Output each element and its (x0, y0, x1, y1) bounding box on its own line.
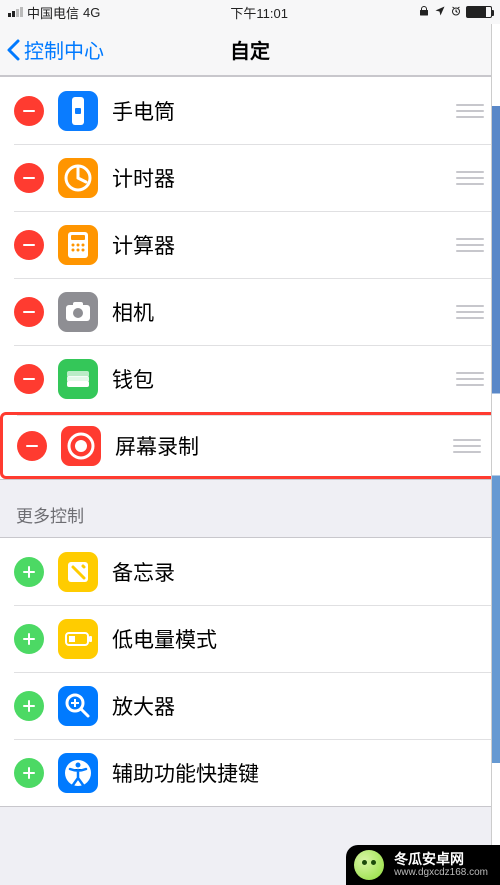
reorder-handle[interactable] (456, 238, 484, 252)
flashlight-icon (58, 91, 98, 131)
status-bar: 中国电信 4G 下午11:01 (0, 0, 500, 24)
reorder-handle[interactable] (456, 305, 484, 319)
calculator-icon (58, 225, 98, 265)
watermark-name: 冬瓜安卓网 (394, 852, 488, 867)
row-label: 相机 (112, 297, 456, 327)
chevron-left-icon (6, 38, 22, 62)
scroll-indicator-edge (491, 24, 500, 845)
magnifier-icon (58, 686, 98, 726)
location-icon (434, 5, 446, 20)
row-label: 放大器 (112, 691, 484, 721)
row-label: 屏幕录制 (115, 431, 453, 461)
included-controls-list: 手电筒 计时器 计算器 相机 (0, 76, 500, 480)
reorder-handle[interactable] (456, 372, 484, 386)
add-button[interactable] (14, 691, 44, 721)
screen-recording-icon (61, 426, 101, 466)
watermark-url: www.dgxcdz168.com (394, 867, 488, 878)
carrier-label: 中国电信 (27, 3, 79, 22)
accessibility-icon (58, 753, 98, 793)
notes-icon (58, 552, 98, 592)
back-button[interactable]: 控制中心 (0, 35, 104, 64)
row-timer[interactable]: 计时器 (0, 144, 500, 211)
row-label: 钱包 (112, 364, 456, 394)
timer-icon (58, 158, 98, 198)
row-label: 计时器 (112, 163, 456, 193)
row-label: 辅助功能快捷键 (112, 758, 484, 788)
reorder-handle[interactable] (456, 104, 484, 118)
row-accessibility-shortcut[interactable]: 辅助功能快捷键 (0, 739, 500, 806)
mascot-icon (354, 850, 384, 880)
row-screen-recording[interactable]: 屏幕录制 (0, 412, 500, 479)
lock-icon (418, 5, 430, 20)
alarm-icon (450, 5, 462, 20)
watermark: 冬瓜安卓网 www.dgxcdz168.com (346, 845, 500, 885)
nav-bar: 控制中心 自定 (0, 24, 500, 76)
network-label: 4G (83, 5, 100, 20)
row-label: 计算器 (112, 230, 456, 260)
battery-icon (466, 6, 492, 18)
status-time: 下午11:01 (230, 3, 288, 22)
back-label: 控制中心 (24, 35, 104, 64)
row-label: 手电筒 (112, 96, 456, 126)
status-left: 中国电信 4G (8, 3, 100, 22)
page-title: 自定 (230, 35, 270, 64)
remove-button[interactable] (14, 163, 44, 193)
section-header-more: 更多控制 (0, 480, 500, 537)
row-label: 低电量模式 (112, 624, 484, 654)
more-controls-list: 备忘录 低电量模式 放大器 辅助功能快捷键 (0, 537, 500, 807)
row-notes[interactable]: 备忘录 (0, 538, 500, 605)
add-button[interactable] (14, 624, 44, 654)
row-calculator[interactable]: 计算器 (0, 211, 500, 278)
add-button[interactable] (14, 758, 44, 788)
signal-icon (8, 7, 23, 17)
remove-button[interactable] (14, 230, 44, 260)
reorder-handle[interactable] (453, 439, 481, 453)
wallet-icon (58, 359, 98, 399)
status-right (418, 5, 492, 20)
remove-button[interactable] (14, 96, 44, 126)
remove-button[interactable] (14, 364, 44, 394)
row-flashlight[interactable]: 手电筒 (0, 77, 500, 144)
reorder-handle[interactable] (456, 171, 484, 185)
row-low-power[interactable]: 低电量模式 (0, 605, 500, 672)
remove-button[interactable] (14, 297, 44, 327)
row-wallet[interactable]: 钱包 (0, 345, 500, 412)
row-magnifier[interactable]: 放大器 (0, 672, 500, 739)
low-power-icon (58, 619, 98, 659)
row-label: 备忘录 (112, 557, 484, 587)
camera-icon (58, 292, 98, 332)
row-camera[interactable]: 相机 (0, 278, 500, 345)
add-button[interactable] (14, 557, 44, 587)
remove-button[interactable] (17, 431, 47, 461)
